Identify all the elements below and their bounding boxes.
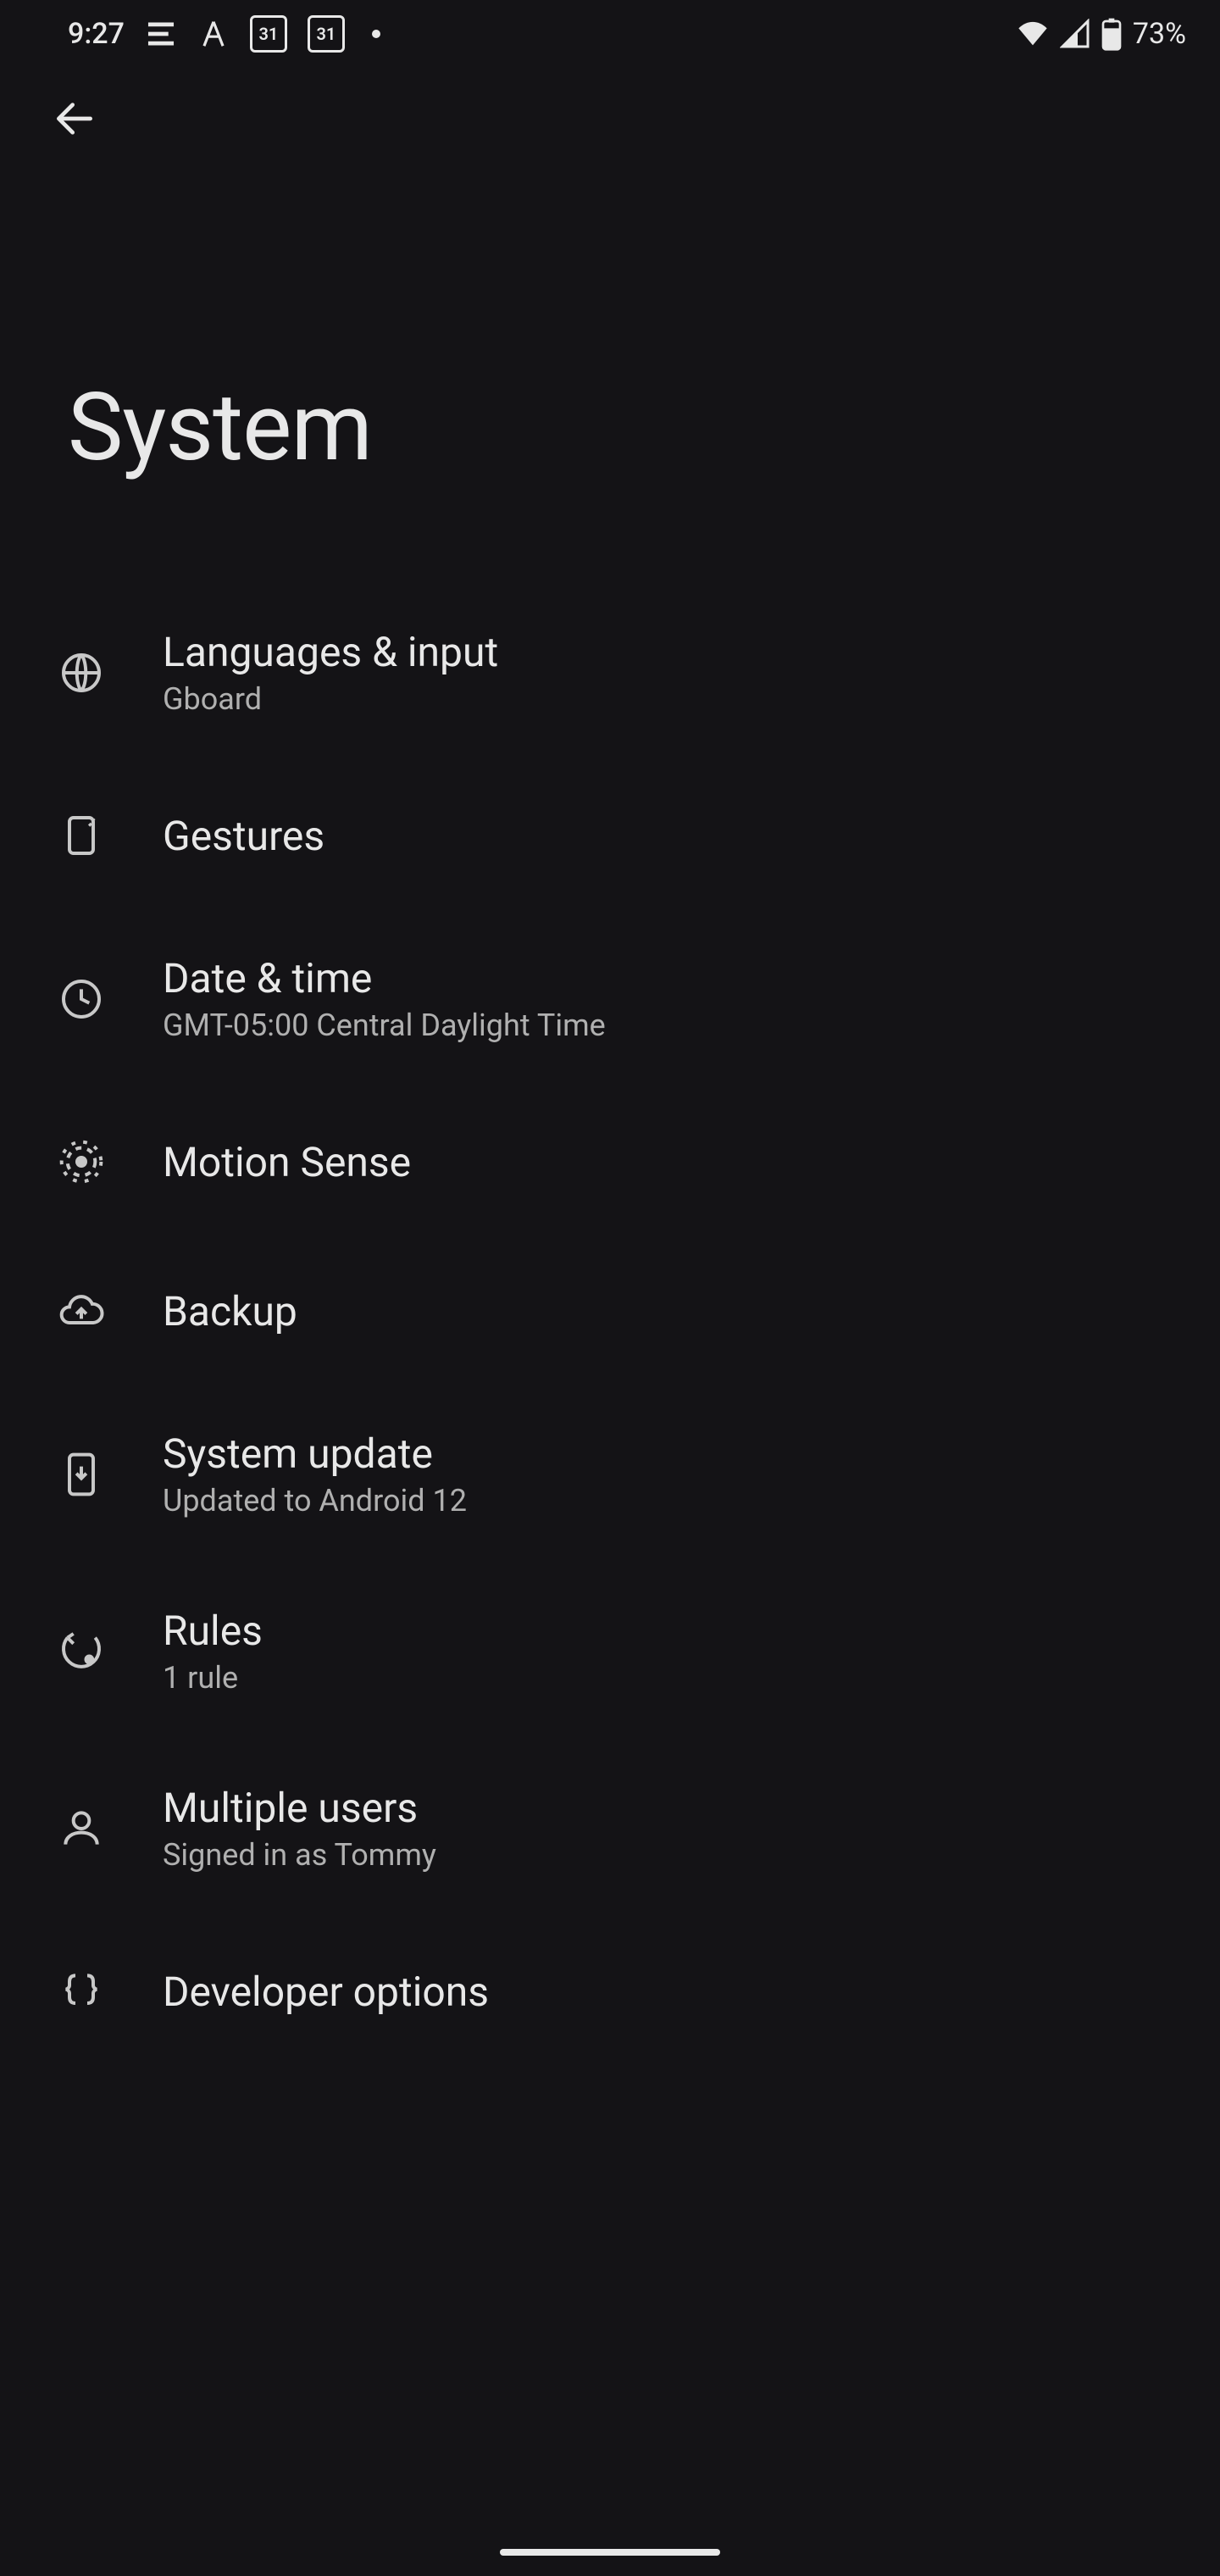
setting-text: Developer options bbox=[163, 1968, 489, 2016]
setting-sub: 1 rule bbox=[163, 1660, 263, 1696]
braces-icon bbox=[51, 1961, 112, 2022]
calendar-icon-1: 31 bbox=[250, 15, 287, 53]
status-left: 9:27 31 31 bbox=[68, 15, 380, 53]
cell-signal-icon bbox=[1060, 19, 1090, 49]
setting-text: Multiple users Signed in as Tommy bbox=[163, 1784, 436, 1873]
setting-text: Languages & input Gboard bbox=[163, 628, 498, 717]
setting-sub: Updated to Android 12 bbox=[163, 1483, 467, 1518]
battery-percent: 73% bbox=[1133, 17, 1186, 51]
setting-multiple-users[interactable]: Multiple users Signed in as Tommy bbox=[0, 1740, 1220, 1917]
setting-sub: Gboard bbox=[163, 681, 498, 717]
calendar-icon-2: 31 bbox=[308, 15, 345, 53]
settings-list: Languages & input Gboard Gestures Date &… bbox=[0, 584, 1220, 2066]
page-title: System bbox=[0, 169, 1220, 584]
setting-languages-input[interactable]: Languages & input Gboard bbox=[0, 584, 1220, 761]
setting-date-time[interactable]: Date & time GMT-05:00 Central Daylight T… bbox=[0, 910, 1220, 1087]
setting-text: Gestures bbox=[163, 812, 324, 860]
setting-gestures[interactable]: Gestures bbox=[0, 761, 1220, 910]
setting-text: Motion Sense bbox=[163, 1138, 411, 1186]
setting-label: Date & time bbox=[163, 954, 606, 1002]
battery-icon bbox=[1101, 17, 1123, 51]
status-right: 73% bbox=[1016, 17, 1186, 51]
setting-text: System update Updated to Android 12 bbox=[163, 1430, 467, 1518]
setting-sub: Signed in as Tommy bbox=[163, 1837, 436, 1873]
wifi-icon bbox=[1016, 17, 1050, 51]
setting-developer-options[interactable]: Developer options bbox=[0, 1917, 1220, 2066]
setting-text: Date & time GMT-05:00 Central Daylight T… bbox=[163, 954, 606, 1043]
toolbar bbox=[0, 68, 1220, 169]
notification-dot-icon bbox=[372, 30, 380, 38]
phone-sparkle-icon bbox=[51, 805, 112, 866]
setting-motion-sense[interactable]: Motion Sense bbox=[0, 1087, 1220, 1236]
status-time: 9:27 bbox=[68, 17, 125, 51]
person-icon bbox=[51, 1798, 112, 1859]
phone-download-icon bbox=[51, 1444, 112, 1505]
rules-icon bbox=[51, 1621, 112, 1682]
globe-icon bbox=[51, 642, 112, 703]
setting-label: System update bbox=[163, 1430, 467, 1478]
setting-backup[interactable]: Backup bbox=[0, 1236, 1220, 1385]
setting-text: Rules 1 rule bbox=[163, 1607, 263, 1696]
app-icon-e bbox=[145, 18, 177, 50]
setting-label: Backup bbox=[163, 1287, 297, 1335]
setting-label: Developer options bbox=[163, 1968, 489, 2016]
cloud-upload-icon bbox=[51, 1280, 112, 1341]
status-bar: 9:27 31 31 73% bbox=[0, 0, 1220, 68]
gesture-nav-bar[interactable] bbox=[500, 2549, 720, 2556]
motion-sense-icon bbox=[51, 1131, 112, 1192]
font-icon bbox=[197, 18, 230, 50]
setting-label: Gestures bbox=[163, 812, 324, 860]
setting-system-update[interactable]: System update Updated to Android 12 bbox=[0, 1385, 1220, 1563]
back-arrow-icon[interactable] bbox=[51, 95, 98, 142]
setting-label: Multiple users bbox=[163, 1784, 436, 1832]
setting-label: Motion Sense bbox=[163, 1138, 411, 1186]
setting-label: Languages & input bbox=[163, 628, 498, 676]
setting-sub: GMT-05:00 Central Daylight Time bbox=[163, 1008, 606, 1043]
setting-rules[interactable]: Rules 1 rule bbox=[0, 1563, 1220, 1740]
setting-text: Backup bbox=[163, 1287, 297, 1335]
setting-label: Rules bbox=[163, 1607, 263, 1655]
clock-icon bbox=[51, 969, 112, 1030]
